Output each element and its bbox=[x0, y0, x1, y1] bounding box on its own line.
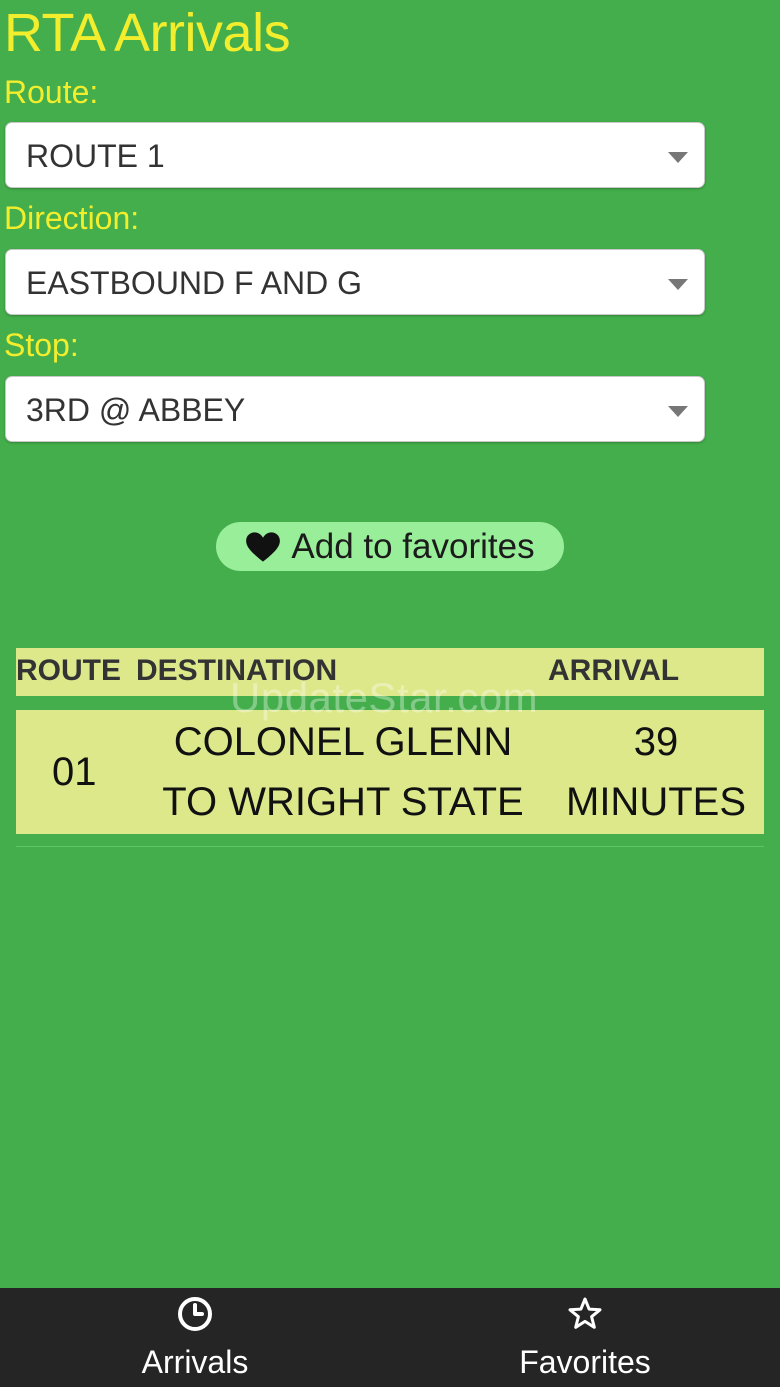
row-route: 01 bbox=[52, 750, 97, 794]
header-route: ROUTE bbox=[16, 654, 121, 687]
add-to-favorites-label: Add to favorites bbox=[291, 526, 535, 566]
chevron-down-icon bbox=[668, 406, 688, 417]
row-arrival-line1: 39 bbox=[633, 720, 679, 764]
table-row[interactable]: 01 COLONEL GLENN TO WRIGHT STATE 39 MINU… bbox=[16, 710, 764, 834]
row-arrival-line2: MINUTES bbox=[566, 780, 746, 824]
stop-label: Stop: bbox=[4, 327, 79, 363]
direction-label: Direction: bbox=[4, 200, 140, 236]
row-destination: COLONEL GLENN TO WRIGHT STATE bbox=[140, 718, 546, 826]
bottom-tab-bar: Arrivals Favorites bbox=[0, 1288, 780, 1387]
tab-arrivals[interactable]: Arrivals bbox=[0, 1288, 390, 1387]
direction-select-value: EASTBOUND F AND G bbox=[26, 265, 363, 301]
header-arrival: ARRIVAL bbox=[548, 654, 680, 687]
watermark: UpdateStar.com bbox=[230, 674, 539, 721]
tab-arrivals-label: Arrivals bbox=[141, 1344, 249, 1380]
route-label: Route: bbox=[4, 74, 99, 110]
table-divider bbox=[16, 846, 764, 847]
stop-select[interactable]: 3RD @ ABBEY bbox=[5, 376, 705, 442]
app-root: RTA Arrivals Route: ROUTE 1 Direction: E… bbox=[0, 0, 780, 1387]
row-destination-line1: COLONEL GLENN bbox=[173, 720, 513, 764]
clock-icon bbox=[178, 1297, 212, 1331]
route-select[interactable]: ROUTE 1 bbox=[5, 122, 705, 188]
row-destination-line2: TO WRIGHT STATE bbox=[162, 780, 524, 824]
tab-favorites-label: Favorites bbox=[519, 1344, 651, 1380]
heart-icon bbox=[246, 531, 281, 562]
stop-select-value: 3RD @ ABBEY bbox=[26, 392, 246, 428]
row-arrival: 39 MINUTES bbox=[552, 718, 760, 826]
chevron-down-icon bbox=[668, 279, 688, 290]
star-icon bbox=[568, 1297, 602, 1329]
direction-select[interactable]: EASTBOUND F AND G bbox=[5, 249, 705, 315]
route-select-value: ROUTE 1 bbox=[26, 138, 165, 174]
page-title: RTA Arrivals bbox=[4, 3, 291, 63]
add-to-favorites-button[interactable]: Add to favorites bbox=[216, 522, 564, 571]
chevron-down-icon bbox=[668, 152, 688, 163]
tab-favorites[interactable]: Favorites bbox=[390, 1288, 780, 1387]
